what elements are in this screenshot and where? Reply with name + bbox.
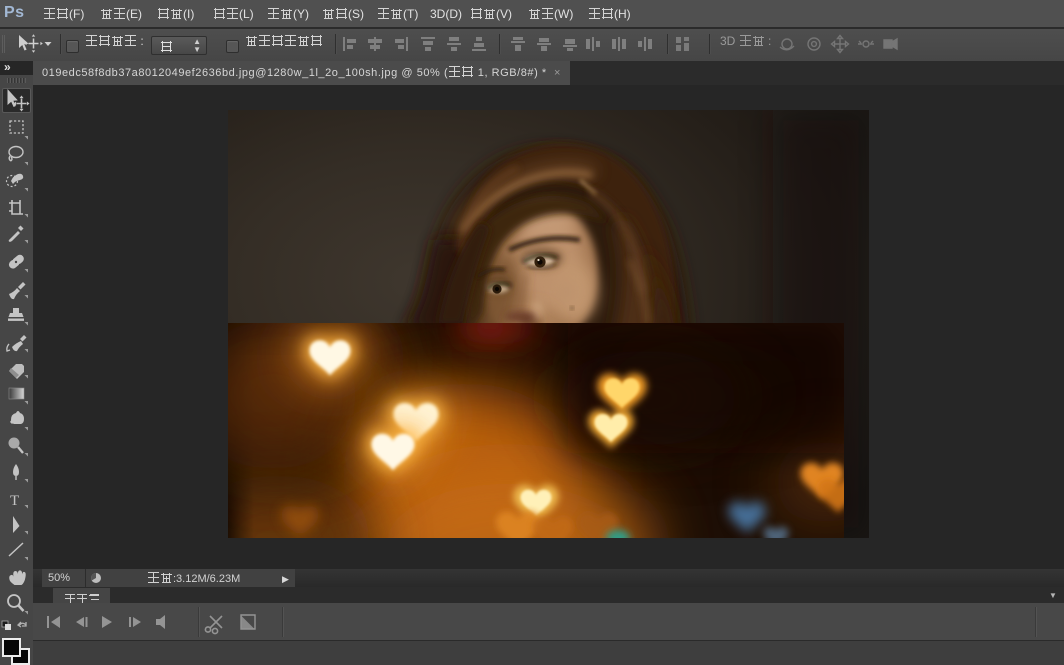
svg-text:T: T [10,493,19,509]
